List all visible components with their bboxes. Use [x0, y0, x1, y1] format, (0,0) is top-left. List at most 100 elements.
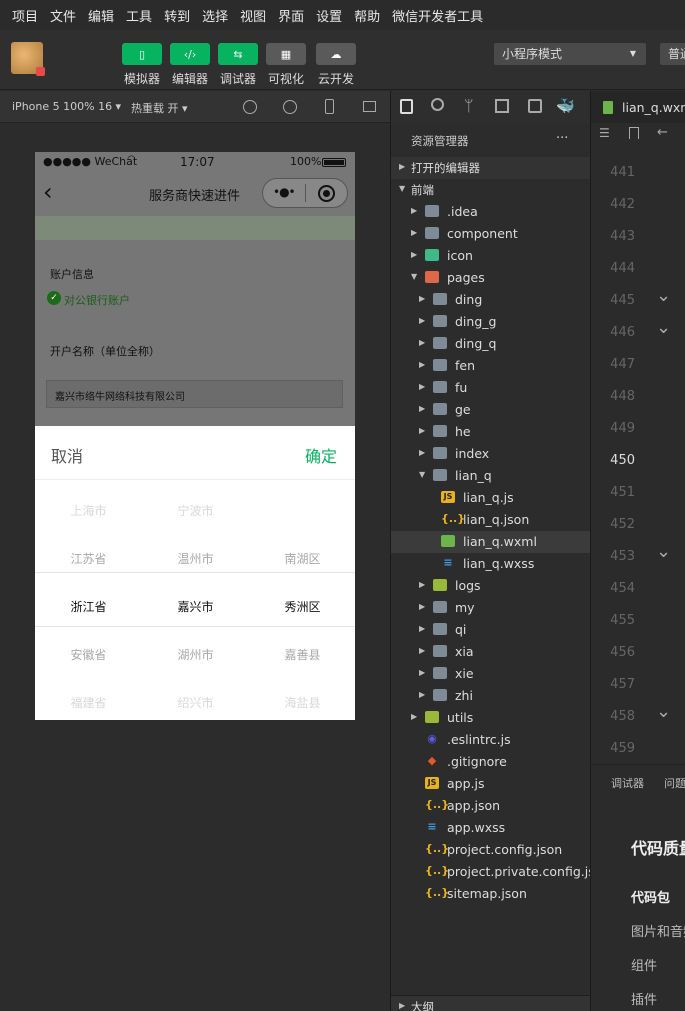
explorer-icon[interactable] [400, 99, 413, 114]
tree-item[interactable]: ▶ component [391, 223, 591, 245]
visual-button[interactable]: ▦ [266, 43, 306, 65]
debugger-button[interactable]: ⇆ [218, 43, 258, 65]
tree-item[interactable]: ▶ fen [391, 355, 591, 377]
bookmark-icon[interactable] [629, 127, 639, 139]
fold-chevron-icon[interactable]: ⌄ [656, 701, 671, 722]
tree-item[interactable]: ◆ .gitignore [391, 751, 591, 773]
menu-item[interactable]: 帮助 [354, 6, 380, 25]
cloud-button[interactable]: ☁ [316, 43, 356, 65]
picker-option[interactable]: 宁波市 [142, 502, 249, 519]
picker-option[interactable]: 绍兴市 [142, 694, 249, 711]
tree-item[interactable]: ▶ index [391, 443, 591, 465]
device-select[interactable]: iPhone 5 100% 16 ▾ [12, 100, 121, 113]
refresh-icon[interactable] [243, 100, 257, 114]
list-icon[interactable]: ☰ [599, 126, 610, 140]
tree-item[interactable]: ▶ icon [391, 245, 591, 267]
hot-reload-toggle[interactable]: 热重载 开 ▾ [131, 100, 188, 116]
tree-item[interactable]: ▶ qi [391, 619, 591, 641]
menu-item[interactable]: 转到 [164, 6, 190, 25]
fold-chevron-icon[interactable]: ⌄ [656, 285, 671, 306]
tree-item[interactable]: ▶ ge [391, 399, 591, 421]
check-icon[interactable]: ✓ [47, 291, 61, 305]
menu-item[interactable]: 微信开发者工具 [392, 6, 483, 25]
fold-chevron-icon[interactable]: ⌄ [656, 317, 671, 338]
tree-item[interactable]: ▶ fu [391, 377, 591, 399]
open-editors-section[interactable]: ▶ 打开的编辑器 [391, 157, 591, 179]
picker-option[interactable]: 秀洲区 [249, 598, 355, 615]
more-icon[interactable]: •●• [273, 185, 296, 199]
cancel-button[interactable]: 取消 [51, 443, 83, 467]
menu-item[interactable]: 项目 [12, 6, 38, 25]
extensions-icon[interactable] [495, 99, 509, 113]
source-control-icon[interactable]: ᛘ [464, 96, 474, 115]
outline-section[interactable]: ▶ 大纲 [391, 995, 591, 1011]
tree-item[interactable]: ▶ xia [391, 641, 591, 663]
menu-item[interactable]: 文件 [50, 6, 76, 25]
more-actions-icon[interactable]: ··· [556, 131, 568, 146]
tree-item[interactable]: ▶ .idea [391, 201, 591, 223]
user-avatar[interactable] [11, 42, 45, 76]
picker-option[interactable]: 浙江省 [35, 598, 142, 615]
editor-tab[interactable]: lian_q.wxml [591, 91, 685, 123]
picker-option[interactable]: 江苏省 [35, 550, 142, 567]
tree-item[interactable]: {..} project.private.config.js... [391, 861, 591, 883]
tree-item[interactable]: ▶ my [391, 597, 591, 619]
tree-item[interactable]: ▼ lian_q [391, 465, 591, 487]
tree-item[interactable]: {..} sitemap.json [391, 883, 591, 905]
picker-option[interactable]: 湖州市 [142, 646, 249, 663]
tree-item[interactable]: {..} app.json [391, 795, 591, 817]
picker-option[interactable]: 嘉兴市 [142, 598, 249, 615]
tree-item[interactable]: ▶ zhi [391, 685, 591, 707]
menu-item[interactable]: 视图 [240, 6, 266, 25]
tree-item[interactable]: {..} project.config.json [391, 839, 591, 861]
tree-item[interactable]: ▶ xie [391, 663, 591, 685]
stop-icon[interactable] [283, 100, 297, 114]
fold-chevron-icon[interactable]: ⌄ [656, 541, 671, 562]
menu-item[interactable]: 编辑 [88, 6, 114, 25]
tree-item[interactable]: ▶ logs [391, 575, 591, 597]
tree-item[interactable]: ▶ he [391, 421, 591, 443]
compile-mode-select[interactable]: 普通 [660, 43, 685, 65]
account-type-option[interactable]: 对公银行账户 [64, 292, 130, 308]
picker-option[interactable]: 上海市 [35, 502, 142, 519]
search-icon[interactable] [431, 98, 444, 111]
account-name-input[interactable]: 嘉兴市络牛网络科技有限公司 [46, 380, 343, 408]
capsule-menu[interactable]: •●• [262, 178, 348, 208]
tab-debugger[interactable]: 调试器 [611, 775, 644, 791]
picker-option[interactable]: 海盐县 [249, 694, 355, 711]
storage-icon[interactable] [528, 99, 542, 113]
tree-item[interactable]: ◉ .eslintrc.js [391, 729, 591, 751]
menu-item[interactable]: 界面 [278, 6, 304, 25]
back-arrow-icon[interactable]: ← [657, 125, 668, 140]
tree-item[interactable]: ▶ ding_q [391, 333, 591, 355]
tree-item[interactable]: ▼ pages [391, 267, 591, 289]
picker-option[interactable]: 南湖区 [249, 550, 355, 567]
picker-option[interactable]: 安徽省 [35, 646, 142, 663]
tree-item[interactable]: ▶ ding_g [391, 311, 591, 333]
detach-window-icon[interactable] [363, 101, 376, 112]
tree-item[interactable]: ▶ utils [391, 707, 591, 729]
confirm-button[interactable]: 确定 [305, 443, 337, 467]
tree-item[interactable]: {..} lian_q.json [391, 509, 591, 531]
menu-item[interactable]: 工具 [126, 6, 152, 25]
simulator-button[interactable]: ▯ [122, 43, 162, 65]
tree-item[interactable]: ≡ app.wxss [391, 817, 591, 839]
tree-item[interactable]: JS lian_q.js [391, 487, 591, 509]
tree-item[interactable]: ≡ lian_q.wxss [391, 553, 591, 575]
tree-item[interactable]: JS app.js [391, 773, 591, 795]
phone-icon[interactable] [325, 99, 334, 114]
tab-problems[interactable]: 问题 [664, 775, 685, 791]
menu-item[interactable]: 设置 [316, 6, 342, 25]
project-section[interactable]: ▼ 前端 [391, 179, 591, 201]
back-icon[interactable]: ‹ [43, 178, 53, 206]
picker-option[interactable]: 温州市 [142, 550, 249, 567]
tree-item[interactable]: ▶ ding [391, 289, 591, 311]
editor-button[interactable]: ‹/› [170, 43, 210, 65]
mode-select[interactable]: 小程序模式 ▼ [494, 43, 646, 65]
tree-item[interactable]: lian_q.wxml [391, 531, 591, 553]
menu-item[interactable]: 选择 [202, 6, 228, 25]
docker-icon[interactable]: 🐳 [556, 97, 575, 115]
close-mini-program-icon[interactable] [318, 185, 335, 202]
picker-option[interactable]: 嘉善县 [249, 646, 355, 663]
picker-option[interactable]: 福建省 [35, 694, 142, 711]
